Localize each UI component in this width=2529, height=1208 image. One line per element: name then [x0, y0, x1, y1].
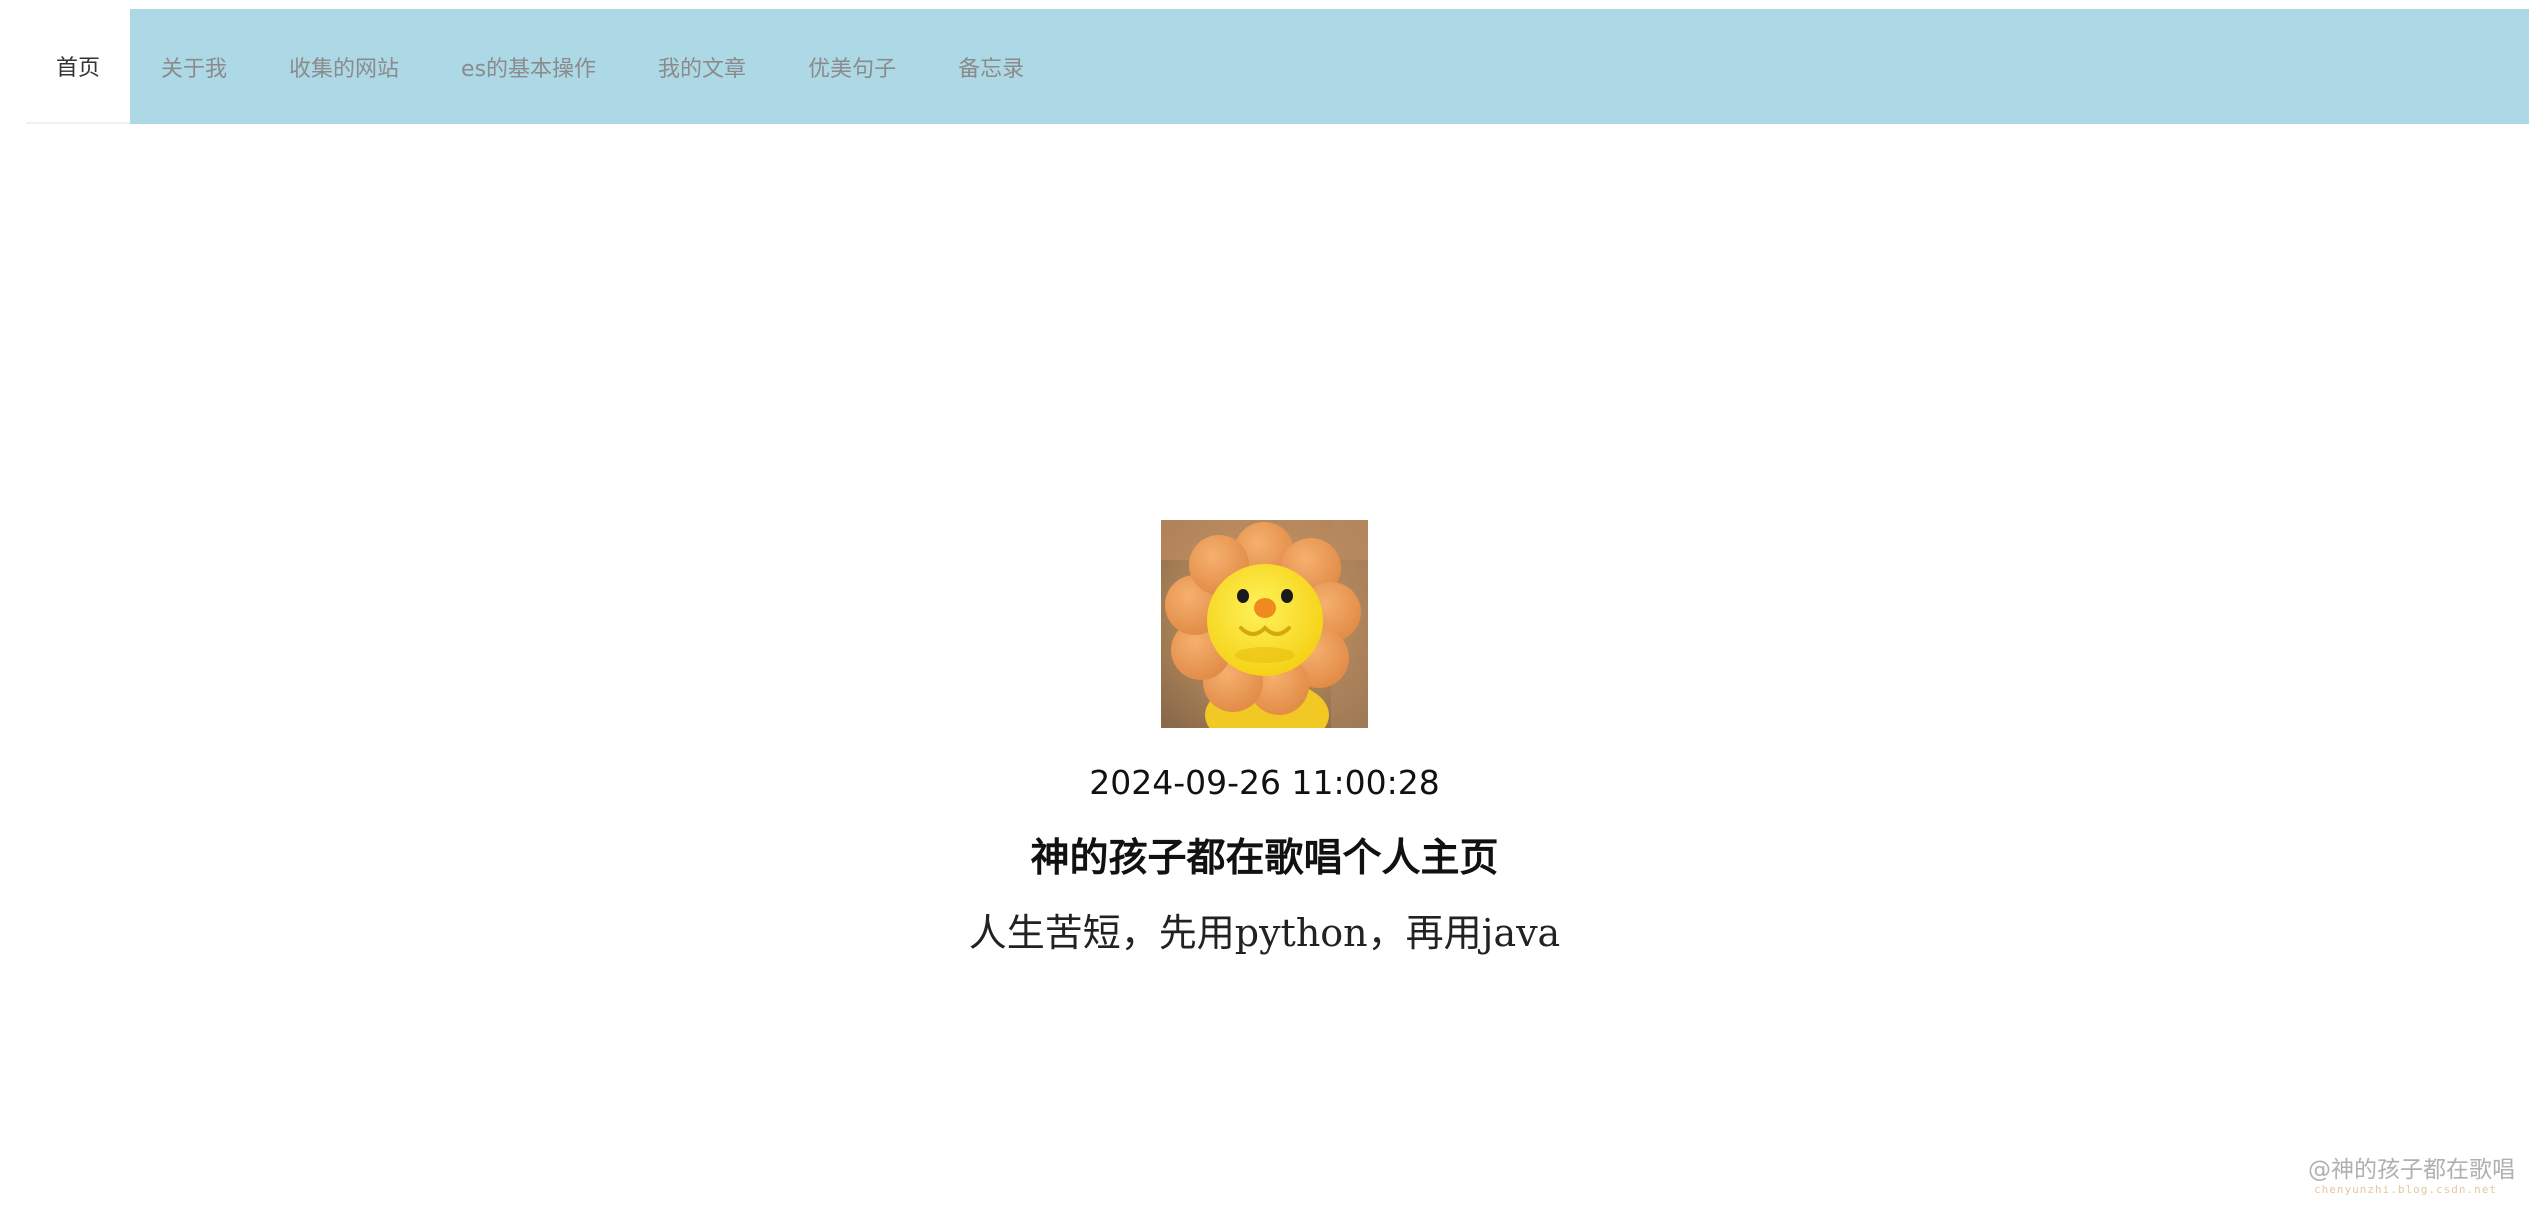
page-title: 神的孩子都在歌唱个人主页 — [1030, 836, 1499, 881]
motto-text: 人生苦短，先用python，再用java — [968, 911, 1561, 955]
nav-item-es-basics[interactable]: es的基本操作 — [430, 9, 627, 124]
nav-item-about[interactable]: 关于我 — [130, 9, 258, 124]
watermark-subtext: chenyunzhi.blog.csdn.net — [2314, 1183, 2497, 1196]
top-nav: 首页 关于我 收集的网站 es的基本操作 我的文章 优美句子 备忘录 — [26, 9, 2529, 124]
nav-item-memo[interactable]: 备忘录 — [927, 9, 1055, 124]
watermark-text: @神的孩子都在歌唱 — [2308, 1156, 2515, 1183]
nav-item-my-articles[interactable]: 我的文章 — [627, 9, 777, 124]
nav-item-home[interactable]: 首页 — [26, 9, 131, 124]
nav-item-beautiful-sentences[interactable]: 优美句子 — [777, 9, 927, 124]
nav-item-collected-sites[interactable]: 收集的网站 — [258, 9, 430, 124]
watermark: @神的孩子都在歌唱 chenyunzhi.blog.csdn.net — [2308, 1156, 2515, 1196]
profile-section: 2024-09-26 11:00:28 神的孩子都在歌唱个人主页 人生苦短，先用… — [0, 520, 2529, 952]
page: 首页 关于我 收集的网站 es的基本操作 我的文章 优美句子 备忘录 2024-… — [0, 0, 2529, 1208]
current-datetime: 2024-09-26 11:00:28 — [1089, 763, 1440, 802]
avatar-image — [1161, 520, 1368, 728]
